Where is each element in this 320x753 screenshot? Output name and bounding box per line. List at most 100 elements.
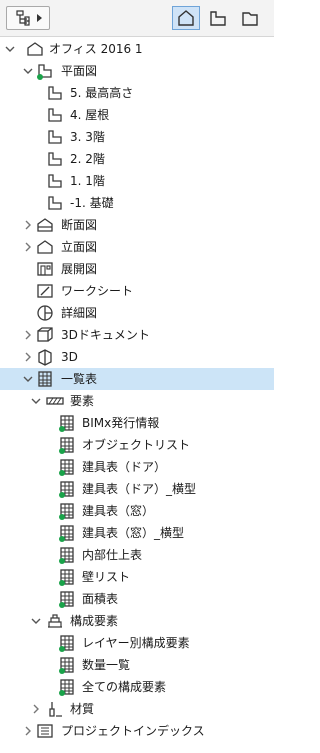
story-icon: [46, 172, 64, 190]
tree-item-5[interactable]: 2. 2階: [0, 148, 274, 170]
tree-item-23[interactable]: 内部仕上表: [0, 544, 274, 566]
worksheet-icon: [36, 282, 54, 300]
tree-item-label: 3Dドキュメント: [61, 328, 150, 342]
section-icon: [36, 216, 54, 234]
layout-book-icon: [242, 12, 258, 26]
tree-item-26[interactable]: 構成要素: [0, 610, 274, 632]
tree-item-16[interactable]: 要素: [0, 390, 274, 412]
tree-item-13[interactable]: 3Dドキュメント: [0, 324, 274, 346]
tree-item-29[interactable]: 全ての構成要素: [0, 676, 274, 698]
chevron-down-icon[interactable]: [31, 396, 41, 406]
tree-item-2[interactable]: 5. 最高高さ: [0, 82, 274, 104]
chevron-right-icon[interactable]: [31, 704, 41, 714]
chevron-right-icon[interactable]: [23, 220, 33, 230]
status-dot-icon: [59, 558, 65, 564]
chevron-down-icon[interactable]: [31, 616, 41, 626]
tree-item-label: 全ての構成要素: [82, 680, 167, 694]
tree-item-24[interactable]: 壁リスト: [0, 566, 274, 588]
project-map-button[interactable]: [172, 6, 200, 30]
tree-item-label: ワークシート: [61, 284, 134, 298]
tree-item-label: BIMx発行情報: [82, 416, 160, 430]
tree-item-label: 5. 最高高さ: [70, 86, 134, 100]
tree-item-1[interactable]: 平面図: [0, 60, 274, 82]
tree-item-label: 3D: [61, 350, 78, 364]
tree-item-21[interactable]: 建具表（窓）: [0, 500, 274, 522]
tree-item-label: 2. 2階: [70, 152, 105, 166]
tree-item-9[interactable]: 立面図: [0, 236, 274, 258]
tree-item-label: 4. 屋根: [70, 108, 110, 122]
tree-item-label: 内部仕上表: [82, 548, 143, 562]
surfaces-icon: [46, 700, 64, 718]
tree-item-label: 数量一覧: [82, 658, 131, 672]
status-dot-icon: [59, 514, 65, 520]
tree-item-10[interactable]: 展開図: [0, 258, 274, 280]
tree-item-0[interactable]: オフィス 2016 1: [0, 38, 274, 60]
tree-item-27[interactable]: レイヤー別構成要素: [0, 632, 274, 654]
tree-item-28[interactable]: 数量一覧: [0, 654, 274, 676]
3d-document-icon: [36, 326, 54, 344]
house-icon: [26, 40, 44, 58]
chevron-right-icon[interactable]: [23, 330, 33, 340]
view-map-button[interactable]: [204, 6, 232, 30]
status-dot-icon: [59, 536, 65, 542]
chevron-down-icon[interactable]: [23, 374, 33, 384]
tree-item-31[interactable]: プロジェクトインデックス: [0, 720, 274, 742]
story-icon: [46, 84, 64, 102]
tree-item-22[interactable]: 建具表（窓）_横型: [0, 522, 274, 544]
tree-item-label: オブジェクトリスト: [82, 438, 191, 452]
tree-item-label: 建具表（ドア）: [82, 460, 167, 474]
tree-item-label: 立面図: [61, 240, 98, 254]
chevron-right-icon[interactable]: [23, 352, 33, 362]
tree-item-12[interactable]: 詳細図: [0, 302, 274, 324]
chevron-down-icon[interactable]: [23, 66, 33, 76]
tree-item-8[interactable]: 断面図: [0, 214, 274, 236]
tree-item-label: 構成要素: [70, 614, 119, 628]
hierarchy-menu-button[interactable]: [6, 6, 50, 30]
tree-item-30[interactable]: 材質: [0, 698, 274, 720]
tree-item-label: 平面図: [61, 64, 98, 78]
story-icon: [46, 106, 64, 124]
tree-item-label: 面積表: [82, 592, 119, 606]
layout-book-button[interactable]: [236, 6, 264, 30]
components-icon: [46, 612, 64, 630]
story-icon: [46, 194, 64, 212]
tree-item-18[interactable]: オブジェクトリスト: [0, 434, 274, 456]
schedule-icon: [36, 370, 54, 388]
tree-item-19[interactable]: 建具表（ドア）: [0, 456, 274, 478]
tree-item-label: 3. 3階: [70, 130, 105, 144]
tree-item-25[interactable]: 面積表: [0, 588, 274, 610]
tree-item-15[interactable]: 一覧表: [0, 368, 274, 390]
chevron-right-icon[interactable]: [23, 242, 33, 252]
status-dot-icon: [59, 668, 65, 674]
tree-item-20[interactable]: 建具表（ドア）_横型: [0, 478, 274, 500]
tree-item-label: -1. 基礎: [70, 196, 114, 210]
view-map-icon: [210, 11, 226, 26]
chevron-down-icon[interactable]: [5, 44, 15, 54]
tree-item-6[interactable]: 1. 1階: [0, 170, 274, 192]
tree-item-4[interactable]: 3. 3階: [0, 126, 274, 148]
tree-item-label: 一覧表: [61, 372, 98, 386]
tree-item-label: 詳細図: [61, 306, 98, 320]
tree-item-label: 壁リスト: [82, 570, 131, 584]
tree-item-label: オフィス 2016 1: [49, 42, 143, 56]
tree-item-17[interactable]: BIMx発行情報: [0, 412, 274, 434]
tree-item-label: 断面図: [61, 218, 98, 232]
status-dot-icon: [59, 492, 65, 498]
navigator-toolbar: [0, 0, 274, 37]
tree-item-label: 要素: [70, 394, 95, 408]
status-dot-icon: [59, 426, 65, 432]
chevron-right-icon[interactable]: [23, 726, 33, 736]
status-dot-icon: [59, 470, 65, 476]
status-dot-icon: [37, 74, 43, 80]
status-dot-icon: [59, 580, 65, 586]
tree-item-label: レイヤー別構成要素: [82, 636, 190, 650]
elements-icon: [46, 392, 64, 410]
tree-item-3[interactable]: 4. 屋根: [0, 104, 274, 126]
tree-item-11[interactable]: ワークシート: [0, 280, 274, 302]
status-dot-icon: [59, 646, 65, 652]
hierarchy-icon: [15, 10, 30, 26]
tree-item-14[interactable]: 3D: [0, 346, 274, 368]
tree-item-label: 建具表（窓）: [82, 504, 155, 518]
status-dot-icon: [59, 602, 65, 608]
tree-item-7[interactable]: -1. 基礎: [0, 192, 274, 214]
